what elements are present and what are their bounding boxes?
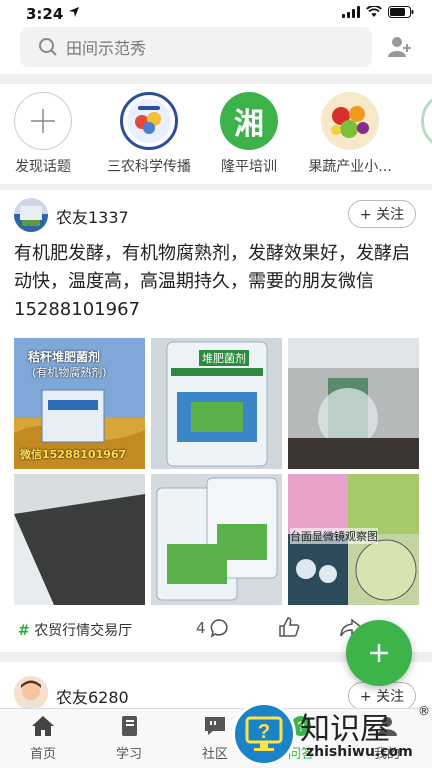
- post-photo[interactable]: 堆肥菌剂: [151, 338, 282, 469]
- topic-tag[interactable]: # 农贸行情交易厅: [18, 620, 132, 640]
- search-icon: [39, 38, 57, 56]
- topic-strip: 发现话题 三农科学传播 湘 隆平培训 果蔬产业小...: [0, 84, 432, 184]
- plus-icon: [370, 644, 388, 662]
- tab-label: 首页: [29, 747, 56, 762]
- topic-label: 三农科学传播: [107, 159, 191, 175]
- svg-text:?: ?: [258, 721, 270, 743]
- status-icons: [342, 6, 414, 18]
- topic-science[interactable]: 三农科学传播: [103, 92, 195, 176]
- status-time: 3:24: [26, 5, 64, 23]
- comment-icon: [210, 619, 228, 638]
- photo-caption: 微信15288101967: [20, 448, 127, 461]
- tab-home[interactable]: 首页: [13, 715, 73, 762]
- topic-fruit-veg[interactable]: 果蔬产业小...: [304, 92, 396, 176]
- topic-discover[interactable]: 发现话题: [0, 92, 89, 176]
- watermark-title: 知识屋: [300, 712, 390, 747]
- topic-agriculture[interactable]: 农业: [404, 92, 432, 176]
- follow-button[interactable]: + 关注: [348, 200, 416, 228]
- tab-label: 学习: [115, 747, 142, 762]
- home-icon: [32, 716, 54, 736]
- watermark-logo: ?: [232, 702, 296, 766]
- avatar[interactable]: [14, 198, 48, 232]
- fruit-vegetable-icon: [321, 92, 379, 150]
- topic-tag-label: 农贸行情交易厅: [34, 623, 133, 639]
- xiang-logo-icon: 湘: [220, 92, 278, 150]
- book-icon: [122, 716, 137, 736]
- post-username[interactable]: 农友1337: [56, 204, 129, 228]
- like-icon[interactable]: [278, 616, 300, 638]
- topic-label: 农业: [404, 156, 432, 176]
- post-photo[interactable]: [14, 474, 145, 605]
- photo-caption: 台面显微镜观察图: [290, 528, 378, 544]
- search-header: 田间示范秀: [0, 22, 432, 74]
- watermark-registered: ®: [418, 704, 430, 718]
- comment-button[interactable]: 4: [196, 618, 230, 638]
- comment-count: 4: [196, 619, 206, 637]
- post-photo[interactable]: [288, 338, 419, 469]
- plus-icon: [14, 92, 72, 150]
- post-photo[interactable]: 秸秆堆肥菌剂 (有机物腐熟剂) 微信15288101967: [14, 338, 145, 469]
- topic-label: 果蔬产业小...: [308, 159, 392, 175]
- post-photo[interactable]: 台面显微镜观察图: [288, 474, 419, 605]
- search-input[interactable]: 田间示范秀: [20, 27, 372, 67]
- monitor-question-icon: ?: [245, 716, 283, 751]
- topic-longping[interactable]: 湘 隆平培训: [203, 92, 295, 176]
- photo-caption: 秸秆堆肥菌剂: [28, 350, 101, 364]
- status-bar: 3:24: [0, 0, 432, 23]
- post-photo[interactable]: [151, 474, 282, 605]
- topic-label: 隆平培训: [221, 159, 277, 175]
- create-post-button[interactable]: [346, 620, 412, 686]
- post-username[interactable]: 农友6280: [56, 684, 129, 708]
- science-logo-icon: [120, 92, 178, 150]
- feed-post: 农友1337 + 关注 有机肥发酵，有机物腐熟剂，发酵效果好，发酵启动快，温度高…: [0, 190, 432, 652]
- watermark-url: zhishiwu.com: [306, 744, 413, 760]
- photo-caption: 堆肥菌剂: [199, 350, 249, 366]
- tab-learn[interactable]: 学习: [99, 715, 159, 762]
- signal-icon: [342, 6, 360, 18]
- location-arrow-icon: [69, 7, 79, 17]
- search-placeholder: 田间示范秀: [66, 39, 147, 58]
- topic-label: 发现话题: [15, 159, 71, 175]
- chat-icon: [205, 717, 225, 735]
- agriculture-icon: [421, 92, 432, 150]
- post-text: 有机肥发酵，有机物腐熟剂，发酵效果好，发酵启动快，温度高，高温期持久，需要的朋友…: [14, 243, 410, 320]
- wifi-icon: [366, 6, 382, 17]
- avatar[interactable]: [14, 676, 48, 710]
- battery-icon: [388, 6, 414, 18]
- add-friend-icon[interactable]: [388, 36, 412, 58]
- photo-caption: (有机物腐熟剂): [32, 366, 107, 379]
